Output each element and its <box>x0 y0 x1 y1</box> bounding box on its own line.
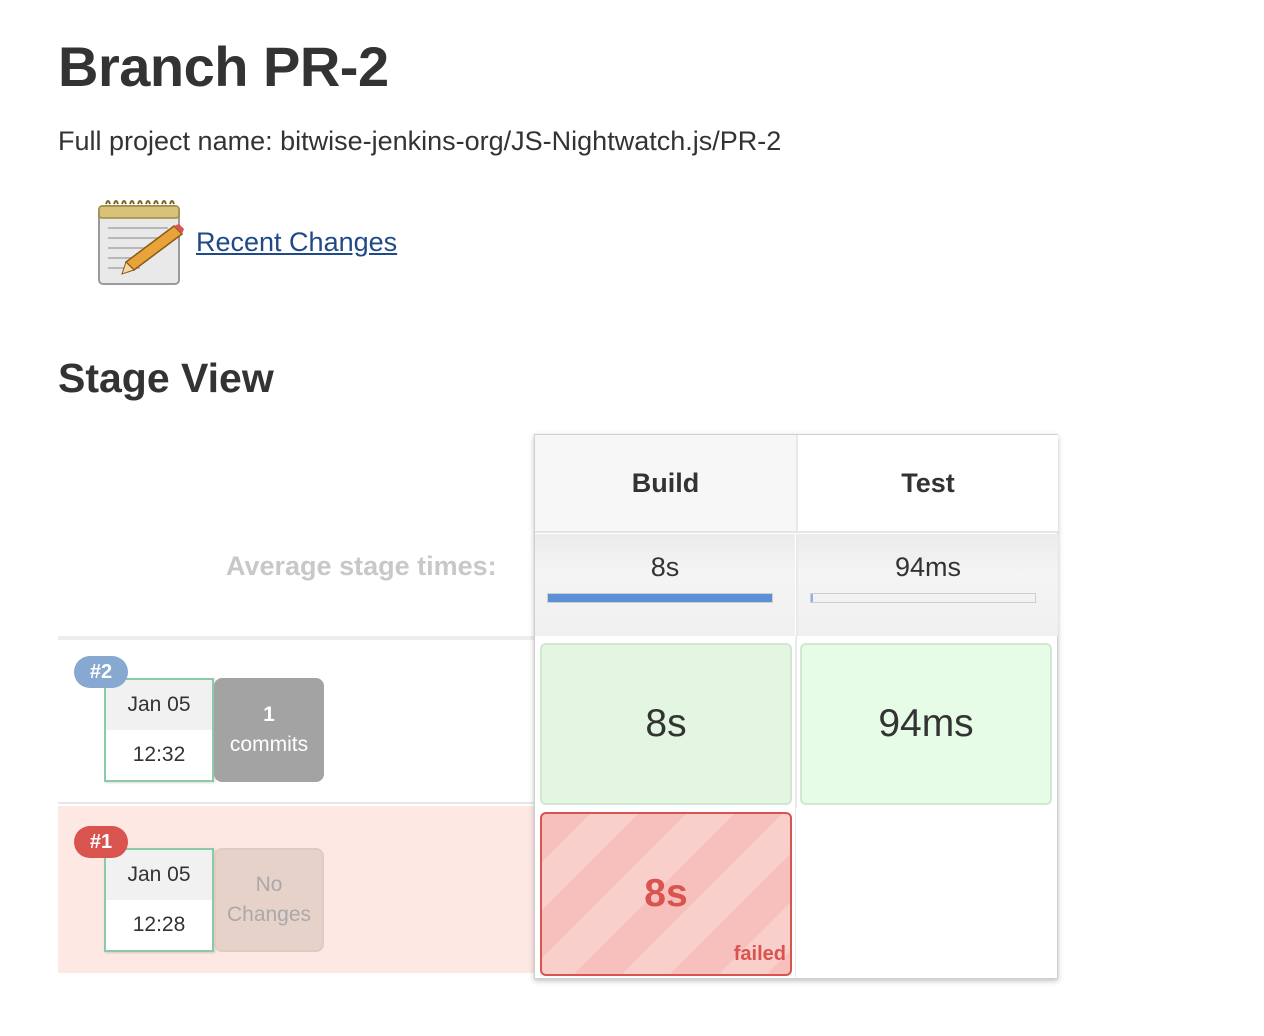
stage-duration: 94ms <box>878 702 974 745</box>
run-date-box[interactable]: Jan 05 12:28 <box>104 848 214 952</box>
avg-time-bar-fill <box>548 594 772 602</box>
page-title: Branch PR-2 <box>58 35 389 98</box>
run-date: Jan 05 <box>106 850 212 900</box>
run-badge-1[interactable]: #1 <box>74 826 128 858</box>
recent-changes-task[interactable]: Recent Changes <box>96 196 397 288</box>
avg-time-bar <box>547 593 773 603</box>
commits-button[interactable]: 1 commits <box>214 678 324 782</box>
no-changes-line-2: Changes <box>226 903 312 926</box>
full-project-name: Full project name: bitwise-jenkins-org/J… <box>58 126 782 156</box>
no-changes-line-1: No <box>255 872 283 896</box>
avg-time-test: 94ms <box>796 534 1058 636</box>
commit-count: 1 <box>263 702 275 726</box>
avg-time-build: 8s <box>535 534 795 636</box>
run-date: Jan 05 <box>106 680 212 730</box>
commit-label: commits <box>229 733 309 756</box>
run-badge-2[interactable]: #2 <box>74 656 128 688</box>
stage-header-test[interactable]: Test <box>796 435 1058 533</box>
stage-cell-test-run-2[interactable]: 94ms <box>800 643 1052 805</box>
stage-view-title: Stage View <box>58 355 274 401</box>
no-changes-box[interactable]: No Changes <box>214 848 324 952</box>
run-time: 12:32 <box>132 743 186 766</box>
notepad-pencil-icon[interactable] <box>96 196 184 288</box>
stage-cell-build-run-1-failed[interactable]: 8s failed <box>540 812 792 976</box>
avg-time-bar-fill <box>811 594 814 602</box>
stage-duration: 8s <box>644 872 688 915</box>
stage-cell-build-run-2[interactable]: 8s <box>540 643 792 805</box>
stage-duration: 8s <box>645 702 687 745</box>
run-time: 12:28 <box>132 913 186 936</box>
recent-changes-link[interactable]: Recent Changes <box>196 227 397 258</box>
avg-time-bar <box>810 593 1036 603</box>
average-stage-times-label: Average stage times: <box>226 551 497 581</box>
avg-time-value: 8s <box>650 552 680 582</box>
run-date-box[interactable]: Jan 05 12:32 <box>104 678 214 782</box>
stage-header-build[interactable]: Build <box>535 435 796 533</box>
stage-cell-empty <box>796 808 1057 978</box>
failed-status-label: failed <box>733 943 786 965</box>
avg-time-value: 94ms <box>894 552 962 582</box>
